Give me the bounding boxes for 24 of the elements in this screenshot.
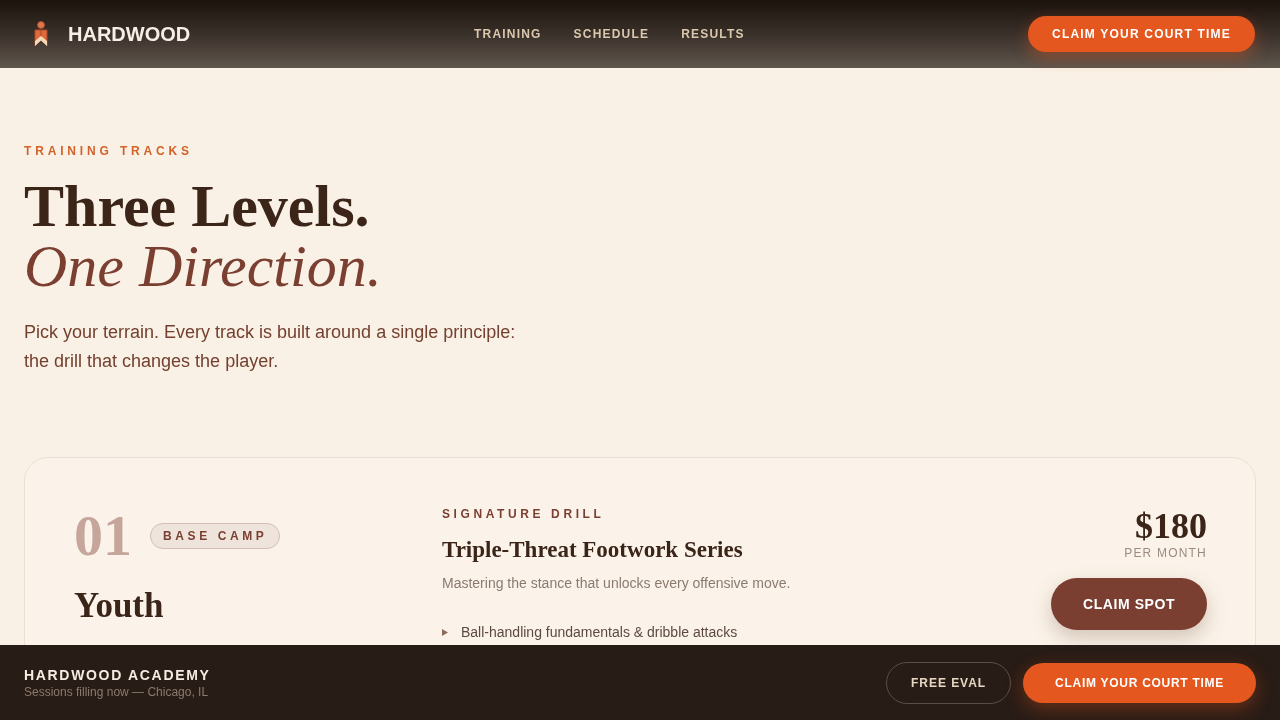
nav-link[interactable]: SCHEDULE (573, 25, 650, 43)
hero-title: Three Levels. (24, 176, 371, 236)
level-tag: BASE CAMP (150, 523, 281, 549)
drill-description: Mastering the stance that unlocks every offensive move. (442, 574, 792, 593)
nav-link[interactable]: RESULTS (681, 25, 745, 43)
claim-spot-button[interactable]: CLAIM SPOT (1051, 578, 1207, 630)
feature-item: Ball-handling fundamentals & dribble attacks (461, 624, 738, 640)
track-number: 01 (74, 506, 132, 566)
track-title: Youth (74, 586, 165, 626)
triangle-bullet-icon (442, 629, 448, 636)
nav-link[interactable]: TRAINING (474, 25, 542, 43)
cta-button[interactable]: CLAIM YOUR COURT TIME (1023, 662, 1256, 703)
figure-icon (33, 21, 49, 47)
price-period: PER MONTH (1124, 546, 1207, 560)
bar-title: HARDWOOD ACADEMY (24, 665, 211, 684)
cta-button[interactable]: CLAIM YOUR COURT TIME (1028, 16, 1255, 52)
drill-title: Triple-Threat Footwork Series (442, 536, 744, 564)
section-eyebrow: TRAINING TRACKS (24, 144, 194, 158)
drill-label: SIGNATURE DRILL (442, 507, 606, 521)
hero-title-accent: One Direction. (24, 236, 383, 296)
brand-name: HARDWOOD (68, 22, 191, 47)
price: $180 (1135, 506, 1207, 546)
hero-intro: Pick your terrain. Every track is built around a single principle: the drill that changes the player. (24, 321, 517, 373)
bar-subtitle: Sessions filling now — Chicago, IL (24, 683, 210, 700)
